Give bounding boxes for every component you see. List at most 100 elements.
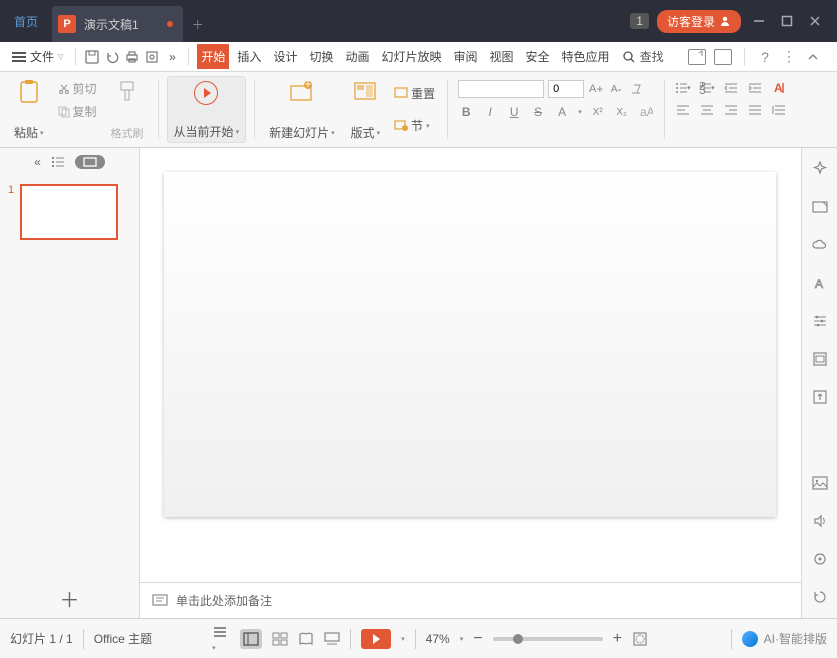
decrease-indent-button[interactable] xyxy=(723,80,739,96)
align-justify-button[interactable] xyxy=(747,102,763,118)
cloud-icon[interactable] xyxy=(811,236,829,254)
clear-format-icon[interactable] xyxy=(628,81,644,97)
tab-slideshow[interactable]: 幻灯片放映 xyxy=(377,44,445,69)
sorter-view-icon[interactable] xyxy=(272,632,288,646)
undo-icon[interactable] xyxy=(104,49,120,65)
section-icon xyxy=(394,120,408,132)
menu-icon[interactable]: ▾ xyxy=(212,625,230,653)
text-highlight-button[interactable]: A xyxy=(771,80,787,96)
print-icon[interactable] xyxy=(124,49,140,65)
zoom-value[interactable]: 47% xyxy=(426,632,450,646)
font-size-input[interactable] xyxy=(548,80,584,98)
bullets-button[interactable]: ▾ xyxy=(675,80,691,96)
tab-document[interactable]: P 演示文稿1 xyxy=(52,6,183,42)
print-preview-icon[interactable] xyxy=(144,49,160,65)
bold-button[interactable]: B xyxy=(458,104,474,120)
increase-font-icon[interactable]: A+ xyxy=(588,81,604,97)
search-button[interactable]: 查找 xyxy=(622,48,664,65)
zoom-slider-thumb[interactable] xyxy=(513,634,523,644)
tab-home[interactable]: 首页 xyxy=(0,0,52,42)
more-menu-icon[interactable]: ⋮ xyxy=(781,49,797,65)
settings-icon[interactable] xyxy=(811,550,829,568)
align-right-button[interactable] xyxy=(723,102,739,118)
start-from-current-button[interactable]: 从当前开始▾ xyxy=(167,76,247,143)
chevron-down-icon: ▽ xyxy=(58,53,63,61)
slide-canvas[interactable]: 单击此处添加备注 xyxy=(140,148,801,618)
ai-assist-button[interactable]: AI·智能排版 xyxy=(742,630,827,647)
image-icon[interactable] xyxy=(811,474,829,492)
normal-view-icon[interactable] xyxy=(240,629,262,649)
theme-label[interactable]: Office 主题 xyxy=(94,630,152,647)
tab-review[interactable]: 审阅 xyxy=(450,44,482,69)
decrease-font-icon[interactable]: A- xyxy=(608,81,624,97)
align-center-button[interactable] xyxy=(699,102,715,118)
align-left-button[interactable] xyxy=(675,102,691,118)
outline-view-icon[interactable] xyxy=(51,156,65,168)
layout-button[interactable]: 版式▾ xyxy=(345,76,387,143)
font-color-button[interactable]: A xyxy=(554,104,570,120)
add-slide-button[interactable]: ＋ xyxy=(0,578,139,618)
zoom-out-button[interactable]: − xyxy=(473,630,482,648)
copy-button[interactable]: 复制 xyxy=(56,101,99,122)
slide-counter[interactable]: 幻灯片 1 / 1 xyxy=(10,630,73,647)
close-button[interactable] xyxy=(805,11,825,31)
italic-button[interactable]: I xyxy=(482,104,498,120)
increase-indent-button[interactable] xyxy=(747,80,763,96)
section-button[interactable]: 节▾ xyxy=(392,115,437,136)
zoom-slider[interactable] xyxy=(493,637,603,641)
notes-pane[interactable]: 单击此处添加备注 xyxy=(140,582,801,618)
cut-button[interactable]: 剪切 xyxy=(56,78,99,99)
zoom-in-button[interactable]: + xyxy=(613,630,622,648)
new-slide-button[interactable]: + 新建幻灯片▾ xyxy=(263,76,341,143)
more-quick-icon[interactable]: » xyxy=(164,49,180,65)
underline-button[interactable]: U xyxy=(506,104,522,120)
thumbnail-view-icon[interactable] xyxy=(75,155,105,169)
strike-button[interactable]: S xyxy=(530,104,546,120)
tab-security[interactable]: 安全 xyxy=(522,44,554,69)
text-style-icon[interactable]: A xyxy=(811,274,829,292)
slide-thumbnail[interactable]: 1 xyxy=(8,184,131,240)
sound-icon[interactable] xyxy=(811,512,829,530)
window-icon[interactable] xyxy=(714,49,732,65)
file-menu[interactable]: 文件 ▽ xyxy=(8,46,67,67)
subscript-button[interactable]: X₂ xyxy=(614,104,630,120)
tab-special[interactable]: 特色应用 xyxy=(558,44,614,69)
maximize-button[interactable] xyxy=(777,11,797,31)
line-spacing-button[interactable] xyxy=(771,102,787,118)
notification-badge[interactable]: 1 xyxy=(630,13,649,29)
export-icon[interactable] xyxy=(811,388,829,406)
tools-icon[interactable] xyxy=(811,312,829,330)
collapse-ribbon-icon[interactable] xyxy=(805,49,821,65)
tab-insert[interactable]: 插入 xyxy=(233,44,265,69)
slide[interactable] xyxy=(164,172,776,517)
share-icon[interactable] xyxy=(688,49,706,65)
slideshow-dropdown[interactable]: ▾ xyxy=(401,635,405,643)
numbering-button[interactable]: 123▾ xyxy=(699,80,715,96)
superscript-button[interactable]: X² xyxy=(590,104,606,120)
reset-button[interactable]: 重置 xyxy=(392,83,437,104)
font-family-input[interactable] xyxy=(458,80,544,98)
tab-transition[interactable]: 切换 xyxy=(305,44,337,69)
tab-start[interactable]: 开始 xyxy=(197,44,229,69)
template-icon[interactable] xyxy=(811,198,829,216)
slideshow-button[interactable] xyxy=(361,629,391,649)
format-painter-button[interactable]: 格式刷 xyxy=(105,76,150,143)
notes-view-icon[interactable] xyxy=(324,632,340,646)
save-icon[interactable] xyxy=(84,49,100,65)
fit-window-icon[interactable] xyxy=(632,631,648,647)
history-icon[interactable] xyxy=(811,588,829,606)
tab-design[interactable]: 设计 xyxy=(269,44,301,69)
sparkle-icon[interactable] xyxy=(811,160,829,178)
login-button[interactable]: 访客登录 xyxy=(657,10,741,33)
brush-icon xyxy=(113,78,141,106)
library-icon[interactable] xyxy=(811,350,829,368)
tab-animation[interactable]: 动画 xyxy=(341,44,373,69)
paste-button[interactable]: 粘贴▾ xyxy=(8,76,50,143)
minimize-button[interactable] xyxy=(749,11,769,31)
new-tab-button[interactable]: ＋ xyxy=(183,6,213,42)
change-case-button[interactable]: aA xyxy=(638,104,654,120)
reading-view-icon[interactable] xyxy=(298,632,314,646)
panel-collapse-icon[interactable]: « xyxy=(34,155,41,169)
tab-view[interactable]: 视图 xyxy=(486,44,518,69)
help-icon[interactable]: ? xyxy=(757,49,773,65)
